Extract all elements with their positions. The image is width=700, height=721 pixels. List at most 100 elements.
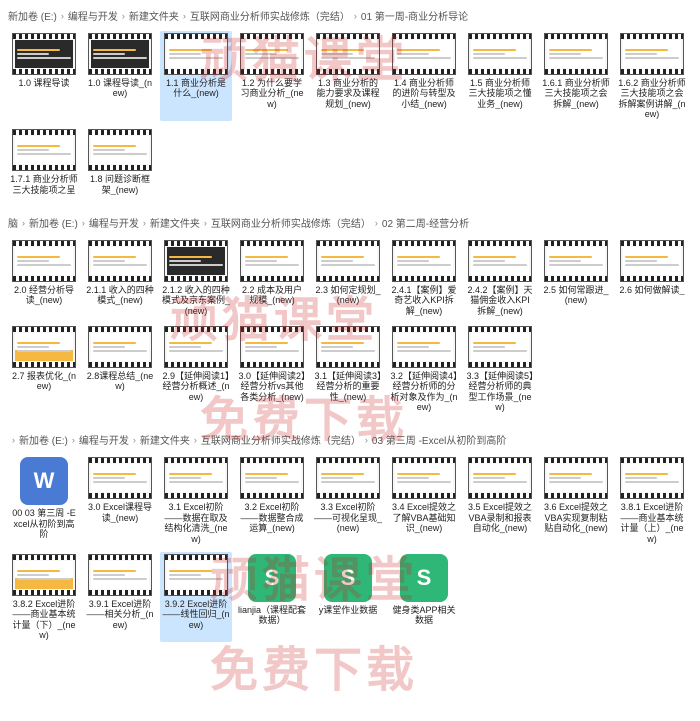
video-thumbnail: [12, 33, 76, 75]
video-thumbnail: [316, 457, 380, 499]
breadcrumb-segment[interactable]: 新加卷 (E:): [29, 215, 78, 230]
chevron-right-icon: ›: [365, 435, 368, 445]
file-item[interactable]: 3.0 Excel课程导读_(new): [84, 455, 156, 545]
file-item[interactable]: 3.6 Excel提效之VBA实现复制粘贴自动化_(new): [540, 455, 612, 545]
breadcrumb-segment[interactable]: 新建文件夹: [129, 8, 179, 23]
file-label: 1.5 商业分析师三大技能项之懂业务_(new): [466, 78, 534, 109]
file-item[interactable]: 1.6.1 商业分析师三大技能项之会拆解_(new): [540, 31, 612, 121]
file-item[interactable]: 3.1 Excel初阶——数据在取及结构化清洗_(new): [160, 455, 232, 545]
file-item[interactable]: W00 03 第三周 -Excel从初阶到高阶: [8, 455, 80, 545]
breadcrumb-segment[interactable]: 互联网商业分析师实战修炼（完结）: [190, 8, 350, 23]
video-thumbnail: [88, 129, 152, 171]
file-item[interactable]: 1.0 课程导读: [8, 31, 80, 121]
file-item[interactable]: 2.3 如何定规划_(new): [312, 238, 384, 318]
video-thumbnail: [392, 240, 456, 282]
file-item[interactable]: 3.9.1 Excel进阶——相关分析_(new): [84, 552, 156, 642]
file-item[interactable]: 1.4 商业分析师的进阶与转型及小结_(new): [388, 31, 460, 121]
file-label: 2.4.1【案例】爱奇艺收入KPI拆解_(new): [390, 285, 458, 316]
breadcrumb-segment[interactable]: 编程与开发: [68, 8, 118, 23]
breadcrumb-segment[interactable]: 新加卷 (E:): [19, 432, 68, 447]
breadcrumb-segment[interactable]: 02 第二周-经营分析: [382, 215, 469, 230]
file-label: 1.7.1 商业分析师三大技能项之呈: [10, 174, 78, 195]
file-item[interactable]: 3.5 Excel提效之VBA录制和报表自动化_(new): [464, 455, 536, 545]
file-label: 2.4.2【案例】天猫佣金收入KPI拆解_(new): [466, 285, 534, 316]
video-thumbnail: [12, 240, 76, 282]
file-item[interactable]: 1.1 商业分析是什么_(new): [160, 31, 232, 121]
file-item[interactable]: 2.2 成本及用户规模_(new): [236, 238, 308, 318]
file-item[interactable]: 1.8 问题诊断框架_(new): [84, 127, 156, 197]
file-item[interactable]: Sy课堂作业数据: [312, 552, 384, 642]
file-item[interactable]: 3.3 Excel初阶——可视化呈现_(new): [312, 455, 384, 545]
breadcrumb-segment[interactable]: 编程与开发: [79, 432, 129, 447]
breadcrumb-segment[interactable]: 新加卷 (E:): [8, 8, 57, 23]
video-thumbnail: [316, 33, 380, 75]
video-thumbnail: [392, 457, 456, 499]
file-item[interactable]: Slianjia（课程配套数据）: [236, 552, 308, 642]
file-label: 2.0 经营分析导读_(new): [10, 285, 78, 306]
file-label: 健身类APP相关数据: [390, 605, 458, 626]
file-label: 1.3 商业分析的能力要求及课程规划_(new): [314, 78, 382, 109]
breadcrumb-segment[interactable]: 01 第一周-商业分析导论: [361, 8, 468, 23]
video-thumbnail: [88, 240, 152, 282]
file-item[interactable]: 1.0 课程导读_(new): [84, 31, 156, 121]
file-item[interactable]: 3.8.1 Excel进阶——商业基本统计量（上）_(new): [616, 455, 688, 545]
file-item[interactable]: 2.4.2【案例】天猫佣金收入KPI拆解_(new): [464, 238, 536, 318]
file-item[interactable]: 2.8课程总结_(new): [84, 324, 156, 414]
file-label: 1.2 为什么要学习商业分析_(new): [238, 78, 306, 109]
chevron-right-icon: ›: [183, 11, 186, 21]
file-item[interactable]: 2.6 如何做解读_: [616, 238, 688, 318]
file-item[interactable]: 1.3 商业分析的能力要求及课程规划_(new): [312, 31, 384, 121]
video-thumbnail: [544, 240, 608, 282]
video-thumbnail: [164, 554, 228, 596]
file-item[interactable]: 1.5 商业分析师三大技能项之懂业务_(new): [464, 31, 536, 121]
file-item[interactable]: 3.0【延伸阅读2】经营分析vs其他各类分析_(new): [236, 324, 308, 414]
file-item[interactable]: 1.7.1 商业分析师三大技能项之呈: [8, 127, 80, 197]
chevron-right-icon: ›: [12, 435, 15, 445]
file-label: 1.8 问题诊断框架_(new): [86, 174, 154, 195]
spreadsheet-icon: S: [248, 554, 296, 602]
file-item[interactable]: 3.9.2 Excel进阶——线性回归_(new): [160, 552, 232, 642]
file-label: 3.1【延伸阅读3】经营分析的重要性_(new): [314, 371, 382, 402]
breadcrumb-segment[interactable]: 编程与开发: [89, 215, 139, 230]
file-item[interactable]: 3.3【延伸阅读5】经营分析师的典型工作场景_(new): [464, 324, 536, 414]
video-thumbnail: [392, 33, 456, 75]
file-item[interactable]: 3.1【延伸阅读3】经营分析的重要性_(new): [312, 324, 384, 414]
file-item[interactable]: 2.1.2 收入的四种模式及京东案例_(new): [160, 238, 232, 318]
file-item[interactable]: 1.2 为什么要学习商业分析_(new): [236, 31, 308, 121]
file-item[interactable]: 2.4.1【案例】爱奇艺收入KPI拆解_(new): [388, 238, 460, 318]
breadcrumb-segment[interactable]: 互联网商业分析师实战修炼（完结）: [211, 215, 371, 230]
file-item[interactable]: 2.0 经营分析导读_(new): [8, 238, 80, 318]
video-thumbnail: [12, 326, 76, 368]
file-grid: 1.0 课程导读1.0 课程导读_(new)1.1 商业分析是什么_(new)1…: [8, 31, 692, 197]
file-item[interactable]: 2.1.1 收入的四种模式_(new): [84, 238, 156, 318]
breadcrumb-segment[interactable]: 脑: [8, 215, 18, 230]
breadcrumb-segment[interactable]: 03 第三周 -Excel从初阶到高阶: [372, 432, 506, 447]
file-item[interactable]: 3.4 Excel提效之了解VBA基础知识_(new): [388, 455, 460, 545]
file-item[interactable]: 1.6.2 商业分析师三大技能项之会拆解案例讲解_(new): [616, 31, 688, 121]
file-label: 2.5 如何常跟进_(new): [542, 285, 610, 306]
file-label: 2.6 如何做解读_: [619, 285, 684, 295]
chevron-right-icon: ›: [133, 435, 136, 445]
file-item[interactable]: 3.8.2 Excel进阶——商业基本统计量（下）_(new): [8, 552, 80, 642]
file-item[interactable]: S健身类APP相关数据: [388, 552, 460, 642]
file-item[interactable]: 3.2【延伸阅读4】经营分析师的分析对象及作为_(new): [388, 324, 460, 414]
breadcrumb-segment[interactable]: 新建文件夹: [150, 215, 200, 230]
file-item[interactable]: 2.9【延伸阅读1】经营分析概述_(new): [160, 324, 232, 414]
breadcrumb-segment[interactable]: 新建文件夹: [140, 432, 190, 447]
file-label: 2.3 如何定规划_(new): [314, 285, 382, 306]
file-item[interactable]: 3.2 Excel初阶——数据整合成运算_(new): [236, 455, 308, 545]
video-thumbnail: [12, 129, 76, 171]
video-thumbnail: [544, 33, 608, 75]
breadcrumb: 新加卷 (E:)›编程与开发›新建文件夹›互联网商业分析师实战修炼（完结）›01…: [8, 4, 692, 31]
file-label: 3.5 Excel提效之VBA录制和报表自动化_(new): [466, 502, 534, 533]
file-label: 1.4 商业分析师的进阶与转型及小结_(new): [390, 78, 458, 109]
file-item[interactable]: 2.7 报表优化_(new): [8, 324, 80, 414]
chevron-right-icon: ›: [143, 218, 146, 228]
file-label: 00 03 第三周 -Excel从初阶到高阶: [10, 508, 78, 539]
file-item[interactable]: 2.5 如何常跟进_(new): [540, 238, 612, 318]
file-label: 3.8.2 Excel进阶——商业基本统计量（下）_(new): [10, 599, 78, 640]
breadcrumb-segment[interactable]: 互联网商业分析师实战修炼（完结）: [201, 432, 361, 447]
file-label: 2.2 成本及用户规模_(new): [238, 285, 306, 306]
video-thumbnail: [88, 326, 152, 368]
chevron-right-icon: ›: [22, 218, 25, 228]
